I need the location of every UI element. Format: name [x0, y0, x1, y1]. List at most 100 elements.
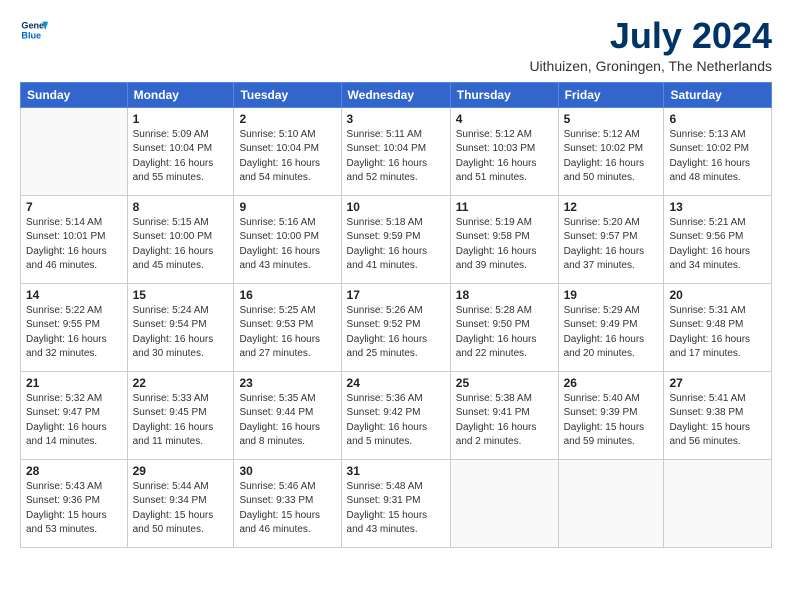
day-cell: 18Sunrise: 5:28 AM Sunset: 9:50 PM Dayli…: [450, 283, 558, 371]
week-row-4: 21Sunrise: 5:32 AM Sunset: 9:47 PM Dayli…: [21, 371, 772, 459]
day-cell: 1 Sunrise: 5:09 AM Sunset: 10:04 PM Dayli…: [127, 107, 234, 195]
day-info: Sunrise: 5:13 AM Sunset: 10:02 PM Daylig…: [669, 128, 766, 186]
day-number: 22: [133, 376, 229, 390]
day-cell: [558, 459, 664, 547]
day-info: Sunrise: 5:32 AM Sunset: 9:47 PM Dayligh…: [26, 392, 122, 450]
header: General Blue July 2024 Uithuizen, Gronin…: [20, 16, 772, 74]
day-info: Sunrise: 5:18 AM Sunset: 9:59 PM Dayligh…: [347, 216, 445, 274]
day-cell: 12 Sunrise: 5:20 AM Sunset: 9:57 PM Dayli…: [558, 195, 664, 283]
week-row-3: 14 Sunrise: 5:22 AM Sunset: 9:55 PM Dayli…: [21, 283, 772, 371]
day-number: 19: [564, 288, 659, 302]
day-cell: 2Sunrise: 5:10 AM Sunset: 10:04 PM Dayli…: [234, 107, 341, 195]
day-cell: 28 Sunrise: 5:43 AM Sunset: 9:36 PM Dayli…: [21, 459, 128, 547]
day-number: 27: [669, 376, 766, 390]
day-cell: 30Sunrise: 5:46 AM Sunset: 9:33 PM Dayli…: [234, 459, 341, 547]
col-wednesday: Wednesday: [341, 82, 450, 107]
week-row-1: 1 Sunrise: 5:09 AM Sunset: 10:04 PM Dayli…: [21, 107, 772, 195]
day-cell: 21Sunrise: 5:32 AM Sunset: 9:47 PM Dayli…: [21, 371, 128, 459]
header-row: Sunday Monday Tuesday Wednesday Thursday…: [21, 82, 772, 107]
day-number: 25: [456, 376, 553, 390]
day-info: Sunrise: 5:09 AM Sunset: 10:04 PM Daylig…: [133, 128, 229, 186]
day-number: 16: [239, 288, 335, 302]
logo: General Blue: [20, 16, 48, 44]
day-number: 28: [26, 464, 122, 478]
day-cell: 4 Sunrise: 5:12 AM Sunset: 10:03 PM Dayli…: [450, 107, 558, 195]
day-info: Sunrise: 5:41 AM Sunset: 9:38 PM Dayligh…: [669, 392, 766, 450]
day-cell: 15 Sunrise: 5:24 AM Sunset: 9:54 PM Dayli…: [127, 283, 234, 371]
day-info: Sunrise: 5:26 AM Sunset: 9:52 PM Dayligh…: [347, 304, 445, 362]
day-info: Sunrise: 5:22 AM Sunset: 9:55 PM Dayligh…: [26, 304, 122, 362]
title-area: July 2024 Uithuizen, Groningen, The Neth…: [529, 16, 772, 74]
day-info: Sunrise: 5:20 AM Sunset: 9:57 PM Dayligh…: [564, 216, 659, 274]
day-cell: 5 Sunrise: 5:12 AM Sunset: 10:02 PM Dayli…: [558, 107, 664, 195]
day-cell: 10Sunrise: 5:18 AM Sunset: 9:59 PM Dayli…: [341, 195, 450, 283]
day-info: Sunrise: 5:12 AM Sunset: 10:03 PM Daylig…: [456, 128, 553, 186]
day-number: 26: [564, 376, 659, 390]
day-number: 2: [239, 112, 335, 126]
day-info: Sunrise: 5:38 AM Sunset: 9:41 PM Dayligh…: [456, 392, 553, 450]
day-info: Sunrise: 5:15 AM Sunset: 10:00 PM Daylig…: [133, 216, 229, 274]
day-cell: 31Sunrise: 5:48 AM Sunset: 9:31 PM Dayli…: [341, 459, 450, 547]
day-cell: 19 Sunrise: 5:29 AM Sunset: 9:49 PM Dayli…: [558, 283, 664, 371]
day-number: 31: [347, 464, 445, 478]
day-cell: 20Sunrise: 5:31 AM Sunset: 9:48 PM Dayli…: [664, 283, 772, 371]
day-info: Sunrise: 5:16 AM Sunset: 10:00 PM Daylig…: [239, 216, 335, 274]
day-info: Sunrise: 5:21 AM Sunset: 9:56 PM Dayligh…: [669, 216, 766, 274]
day-number: 7: [26, 200, 122, 214]
day-cell: 27 Sunrise: 5:41 AM Sunset: 9:38 PM Dayli…: [664, 371, 772, 459]
day-info: Sunrise: 5:24 AM Sunset: 9:54 PM Dayligh…: [133, 304, 229, 362]
day-number: 20: [669, 288, 766, 302]
day-info: Sunrise: 5:36 AM Sunset: 9:42 PM Dayligh…: [347, 392, 445, 450]
day-cell: 14 Sunrise: 5:22 AM Sunset: 9:55 PM Dayli…: [21, 283, 128, 371]
day-info: Sunrise: 5:40 AM Sunset: 9:39 PM Dayligh…: [564, 392, 659, 450]
day-number: 9: [239, 200, 335, 214]
day-info: Sunrise: 5:11 AM Sunset: 10:04 PM Daylig…: [347, 128, 445, 186]
day-info: Sunrise: 5:43 AM Sunset: 9:36 PM Dayligh…: [26, 480, 122, 538]
day-cell: 9 Sunrise: 5:16 AM Sunset: 10:00 PM Dayli…: [234, 195, 341, 283]
day-cell: [664, 459, 772, 547]
day-number: 11: [456, 200, 553, 214]
col-tuesday: Tuesday: [234, 82, 341, 107]
day-number: 23: [239, 376, 335, 390]
day-cell: 7 Sunrise: 5:14 AM Sunset: 10:01 PM Dayli…: [21, 195, 128, 283]
week-row-2: 7 Sunrise: 5:14 AM Sunset: 10:01 PM Dayli…: [21, 195, 772, 283]
day-cell: [21, 107, 128, 195]
day-number: 14: [26, 288, 122, 302]
day-info: Sunrise: 5:25 AM Sunset: 9:53 PM Dayligh…: [239, 304, 335, 362]
day-cell: 29 Sunrise: 5:44 AM Sunset: 9:34 PM Dayli…: [127, 459, 234, 547]
day-number: 18: [456, 288, 553, 302]
day-info: Sunrise: 5:12 AM Sunset: 10:02 PM Daylig…: [564, 128, 659, 186]
logo-icon: General Blue: [20, 16, 48, 44]
col-friday: Friday: [558, 82, 664, 107]
day-cell: 22Sunrise: 5:33 AM Sunset: 9:45 PM Dayli…: [127, 371, 234, 459]
calendar-page: General Blue July 2024 Uithuizen, Gronin…: [0, 0, 792, 612]
col-thursday: Thursday: [450, 82, 558, 107]
day-cell: 13 Sunrise: 5:21 AM Sunset: 9:56 PM Dayli…: [664, 195, 772, 283]
day-cell: [450, 459, 558, 547]
day-info: Sunrise: 5:19 AM Sunset: 9:58 PM Dayligh…: [456, 216, 553, 274]
day-number: 30: [239, 464, 335, 478]
day-number: 1: [133, 112, 229, 126]
day-cell: 17 Sunrise: 5:26 AM Sunset: 9:52 PM Dayli…: [341, 283, 450, 371]
col-monday: Monday: [127, 82, 234, 107]
day-cell: 26 Sunrise: 5:40 AM Sunset: 9:39 PM Dayli…: [558, 371, 664, 459]
day-number: 6: [669, 112, 766, 126]
day-number: 24: [347, 376, 445, 390]
month-title: July 2024: [529, 16, 772, 56]
day-number: 5: [564, 112, 659, 126]
day-cell: 23 Sunrise: 5:35 AM Sunset: 9:44 PM Dayli…: [234, 371, 341, 459]
day-info: Sunrise: 5:44 AM Sunset: 9:34 PM Dayligh…: [133, 480, 229, 538]
day-info: Sunrise: 5:35 AM Sunset: 9:44 PM Dayligh…: [239, 392, 335, 450]
day-number: 4: [456, 112, 553, 126]
day-info: Sunrise: 5:14 AM Sunset: 10:01 PM Daylig…: [26, 216, 122, 274]
day-cell: 25 Sunrise: 5:38 AM Sunset: 9:41 PM Dayli…: [450, 371, 558, 459]
day-number: 13: [669, 200, 766, 214]
day-number: 17: [347, 288, 445, 302]
col-sunday: Sunday: [21, 82, 128, 107]
day-number: 12: [564, 200, 659, 214]
day-number: 29: [133, 464, 229, 478]
day-number: 15: [133, 288, 229, 302]
day-info: Sunrise: 5:29 AM Sunset: 9:49 PM Dayligh…: [564, 304, 659, 362]
day-cell: 8Sunrise: 5:15 AM Sunset: 10:00 PM Dayli…: [127, 195, 234, 283]
day-number: 3: [347, 112, 445, 126]
